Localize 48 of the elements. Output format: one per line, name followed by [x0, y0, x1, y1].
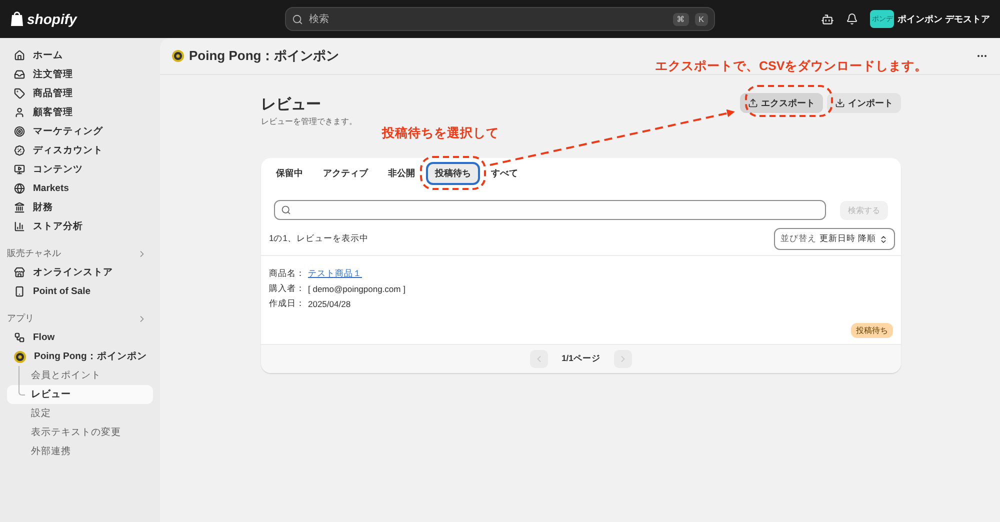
sort-button[interactable]: 並び替え 更新日時 降順 [774, 228, 895, 250]
nav-item[interactable]: ホーム [7, 46, 153, 65]
nav-subitem[interactable]: 表示テキストの変更 [7, 423, 153, 442]
field-label: 商品名： [269, 268, 305, 280]
nav-item[interactable]: 商品管理 [7, 84, 153, 103]
result-summary: 1の1、レビューを表示中 [269, 233, 368, 245]
app-title: Poing Pong：ポインポン [189, 47, 340, 65]
tab[interactable]: 保留中 [267, 162, 312, 185]
section-title: 販売チャネル [7, 247, 61, 260]
search-field[interactable]: 検索 ⌘ K [285, 7, 715, 31]
page-subtitle: レビューを管理できます。 [261, 116, 357, 127]
shortcut-key: K [694, 12, 708, 26]
nav-item[interactable]: ストア分析 [7, 217, 153, 236]
import-button[interactable]: インポート [827, 93, 901, 113]
tab[interactable]: 非公開 [379, 162, 424, 185]
store-name[interactable]: ポインポン デモストア [897, 12, 990, 26]
page-title: レビュー [261, 95, 322, 114]
field-value: [ demo@poingpong.com ] [308, 284, 406, 294]
logo-text[interactable]: shopify [27, 11, 77, 27]
export-button[interactable]: エクスポート [740, 93, 823, 113]
annotation-text: 投稿待ちを選択して [382, 125, 499, 142]
nav-item[interactable]: オンラインストア [7, 263, 153, 282]
nav-item[interactable]: Point of Sale [7, 282, 153, 301]
nav-item[interactable]: ディスカウント [7, 141, 153, 160]
tab[interactable]: すべて [482, 162, 527, 185]
shortcut-key: ⌘ [672, 12, 689, 26]
field-label: 購入者： [269, 282, 305, 294]
nav-item[interactable]: Poing Pong：ポインポン [7, 347, 153, 366]
nav-item[interactable]: Markets [7, 179, 153, 198]
status-badge: 投稿待ち [851, 323, 893, 338]
nav-item[interactable]: 財務 [7, 198, 153, 217]
section-title: アプリ [7, 312, 34, 325]
nav-item[interactable]: マーケティング [7, 122, 153, 141]
nav-subitem[interactable]: レビュー [7, 385, 153, 404]
nav-item[interactable]: 顧客管理 [7, 103, 153, 122]
field-label: 作成日： [269, 298, 305, 310]
nav-subitem[interactable]: 外部連携 [7, 442, 153, 461]
nav-subitem[interactable]: 設定 [7, 404, 153, 423]
nav-subitem[interactable]: 会員とポイント [7, 366, 153, 385]
nav-item[interactable]: Flow [7, 328, 153, 347]
field-value: 2025/04/28 [308, 298, 351, 308]
nav-item[interactable]: 注文管理 [7, 65, 153, 84]
tab[interactable]: 投稿待ち [426, 162, 480, 185]
tab[interactable]: アクティブ [314, 162, 377, 185]
annotation-text: エクスポートで、CSVをダウンロードします。 [655, 58, 928, 75]
nav-item[interactable]: コンテンツ [7, 160, 153, 179]
page-indicator: 1/1ページ [562, 353, 600, 365]
product-link[interactable]: テスト商品１ [308, 268, 362, 280]
